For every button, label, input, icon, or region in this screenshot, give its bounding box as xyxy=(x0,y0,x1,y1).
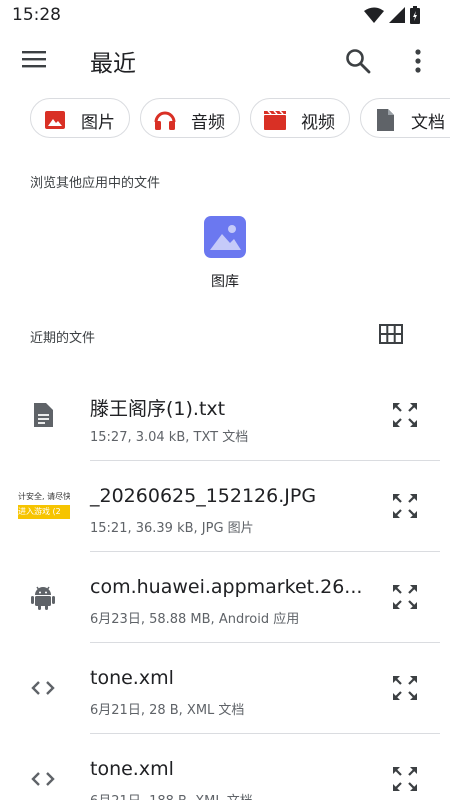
thumbnail-text: 计安全, 请尽快 xyxy=(18,492,70,501)
image-icon xyxy=(45,111,65,129)
text-file-icon xyxy=(34,403,53,427)
search-icon[interactable] xyxy=(344,47,372,75)
file-meta: 6月23日, 58.88 MB, Android 应用 xyxy=(90,612,300,627)
file-meta: 6月21日, 188 B, XML 文档 xyxy=(90,790,253,800)
gallery-app-label: 图库 xyxy=(211,274,239,290)
file-meta: 6月21日, 28 B, XML 文档 xyxy=(90,703,245,718)
chip-label: 图片 xyxy=(81,113,115,133)
file-meta: 15:27, 3.04 kB, TXT 文档 xyxy=(90,430,249,445)
chip-label: 文档 xyxy=(411,113,445,133)
menu-icon[interactable] xyxy=(22,49,48,71)
chip-audio[interactable]: 音频 xyxy=(140,98,240,138)
gallery-icon xyxy=(204,216,246,258)
browse-section-label: 浏览其他应用中的文件 xyxy=(30,176,161,191)
file-name: tone.xml xyxy=(90,667,174,689)
chip-documents[interactable]: 文档 xyxy=(360,98,450,138)
chip-images[interactable]: 图片 xyxy=(30,98,130,138)
clapperboard-icon xyxy=(264,110,286,130)
code-icon xyxy=(31,772,55,786)
recent-section-label: 近期的文件 xyxy=(30,331,96,346)
more-options-icon[interactable] xyxy=(404,47,432,75)
chip-label: 视频 xyxy=(301,113,335,133)
document-icon xyxy=(377,109,394,131)
expand-icon[interactable] xyxy=(391,492,419,520)
recent-files-list: 滕王阁序(1).txt 15:27, 3.04 kB, TXT 文档 计安全, … xyxy=(0,370,450,800)
code-icon xyxy=(31,681,55,695)
file-name: _20260625_152126.JPG xyxy=(90,485,317,507)
file-row[interactable]: com.huawei.appmarket.26... 6月23日, 58.88 … xyxy=(0,552,450,643)
grid-view-icon[interactable] xyxy=(379,324,403,344)
chip-label: 音频 xyxy=(191,113,225,133)
status-time: 15:28 xyxy=(12,5,61,25)
image-thumbnail: 计安全, 请尽快 进入游戏 (2 xyxy=(18,490,70,524)
gallery-app-shortcut[interactable]: 图库 xyxy=(190,208,260,298)
cellular-signal-icon xyxy=(389,7,405,23)
headphones-icon xyxy=(154,111,176,130)
page-title: 最近 xyxy=(90,51,136,77)
wifi-icon xyxy=(364,7,384,23)
expand-icon[interactable] xyxy=(391,765,419,793)
file-row[interactable]: 滕王阁序(1).txt 15:27, 3.04 kB, TXT 文档 xyxy=(0,370,450,461)
android-icon xyxy=(31,586,55,610)
battery-icon xyxy=(410,6,420,24)
file-row[interactable]: tone.xml 6月21日, 28 B, XML 文档 xyxy=(0,643,450,734)
expand-icon[interactable] xyxy=(391,674,419,702)
expand-icon[interactable] xyxy=(391,583,419,611)
file-name: tone.xml xyxy=(90,758,174,780)
filter-chips: 图片 音频 视频 文档 xyxy=(30,98,450,142)
file-name: com.huawei.appmarket.26... xyxy=(90,576,363,598)
expand-icon[interactable] xyxy=(391,401,419,429)
file-meta: 15:21, 36.39 kB, JPG 图片 xyxy=(90,521,254,536)
file-name: 滕王阁序(1).txt xyxy=(90,398,226,420)
app-bar: 最近 xyxy=(0,32,450,88)
status-icons xyxy=(364,6,420,24)
chip-video[interactable]: 视频 xyxy=(250,98,350,138)
file-row[interactable]: 计安全, 请尽快 进入游戏 (2 _20260625_152126.JPG 15… xyxy=(0,461,450,552)
status-bar: 15:28 xyxy=(0,0,450,32)
thumbnail-banner: 进入游戏 (2 xyxy=(18,505,70,519)
file-row[interactable]: tone.xml 6月21日, 188 B, XML 文档 xyxy=(0,734,450,800)
